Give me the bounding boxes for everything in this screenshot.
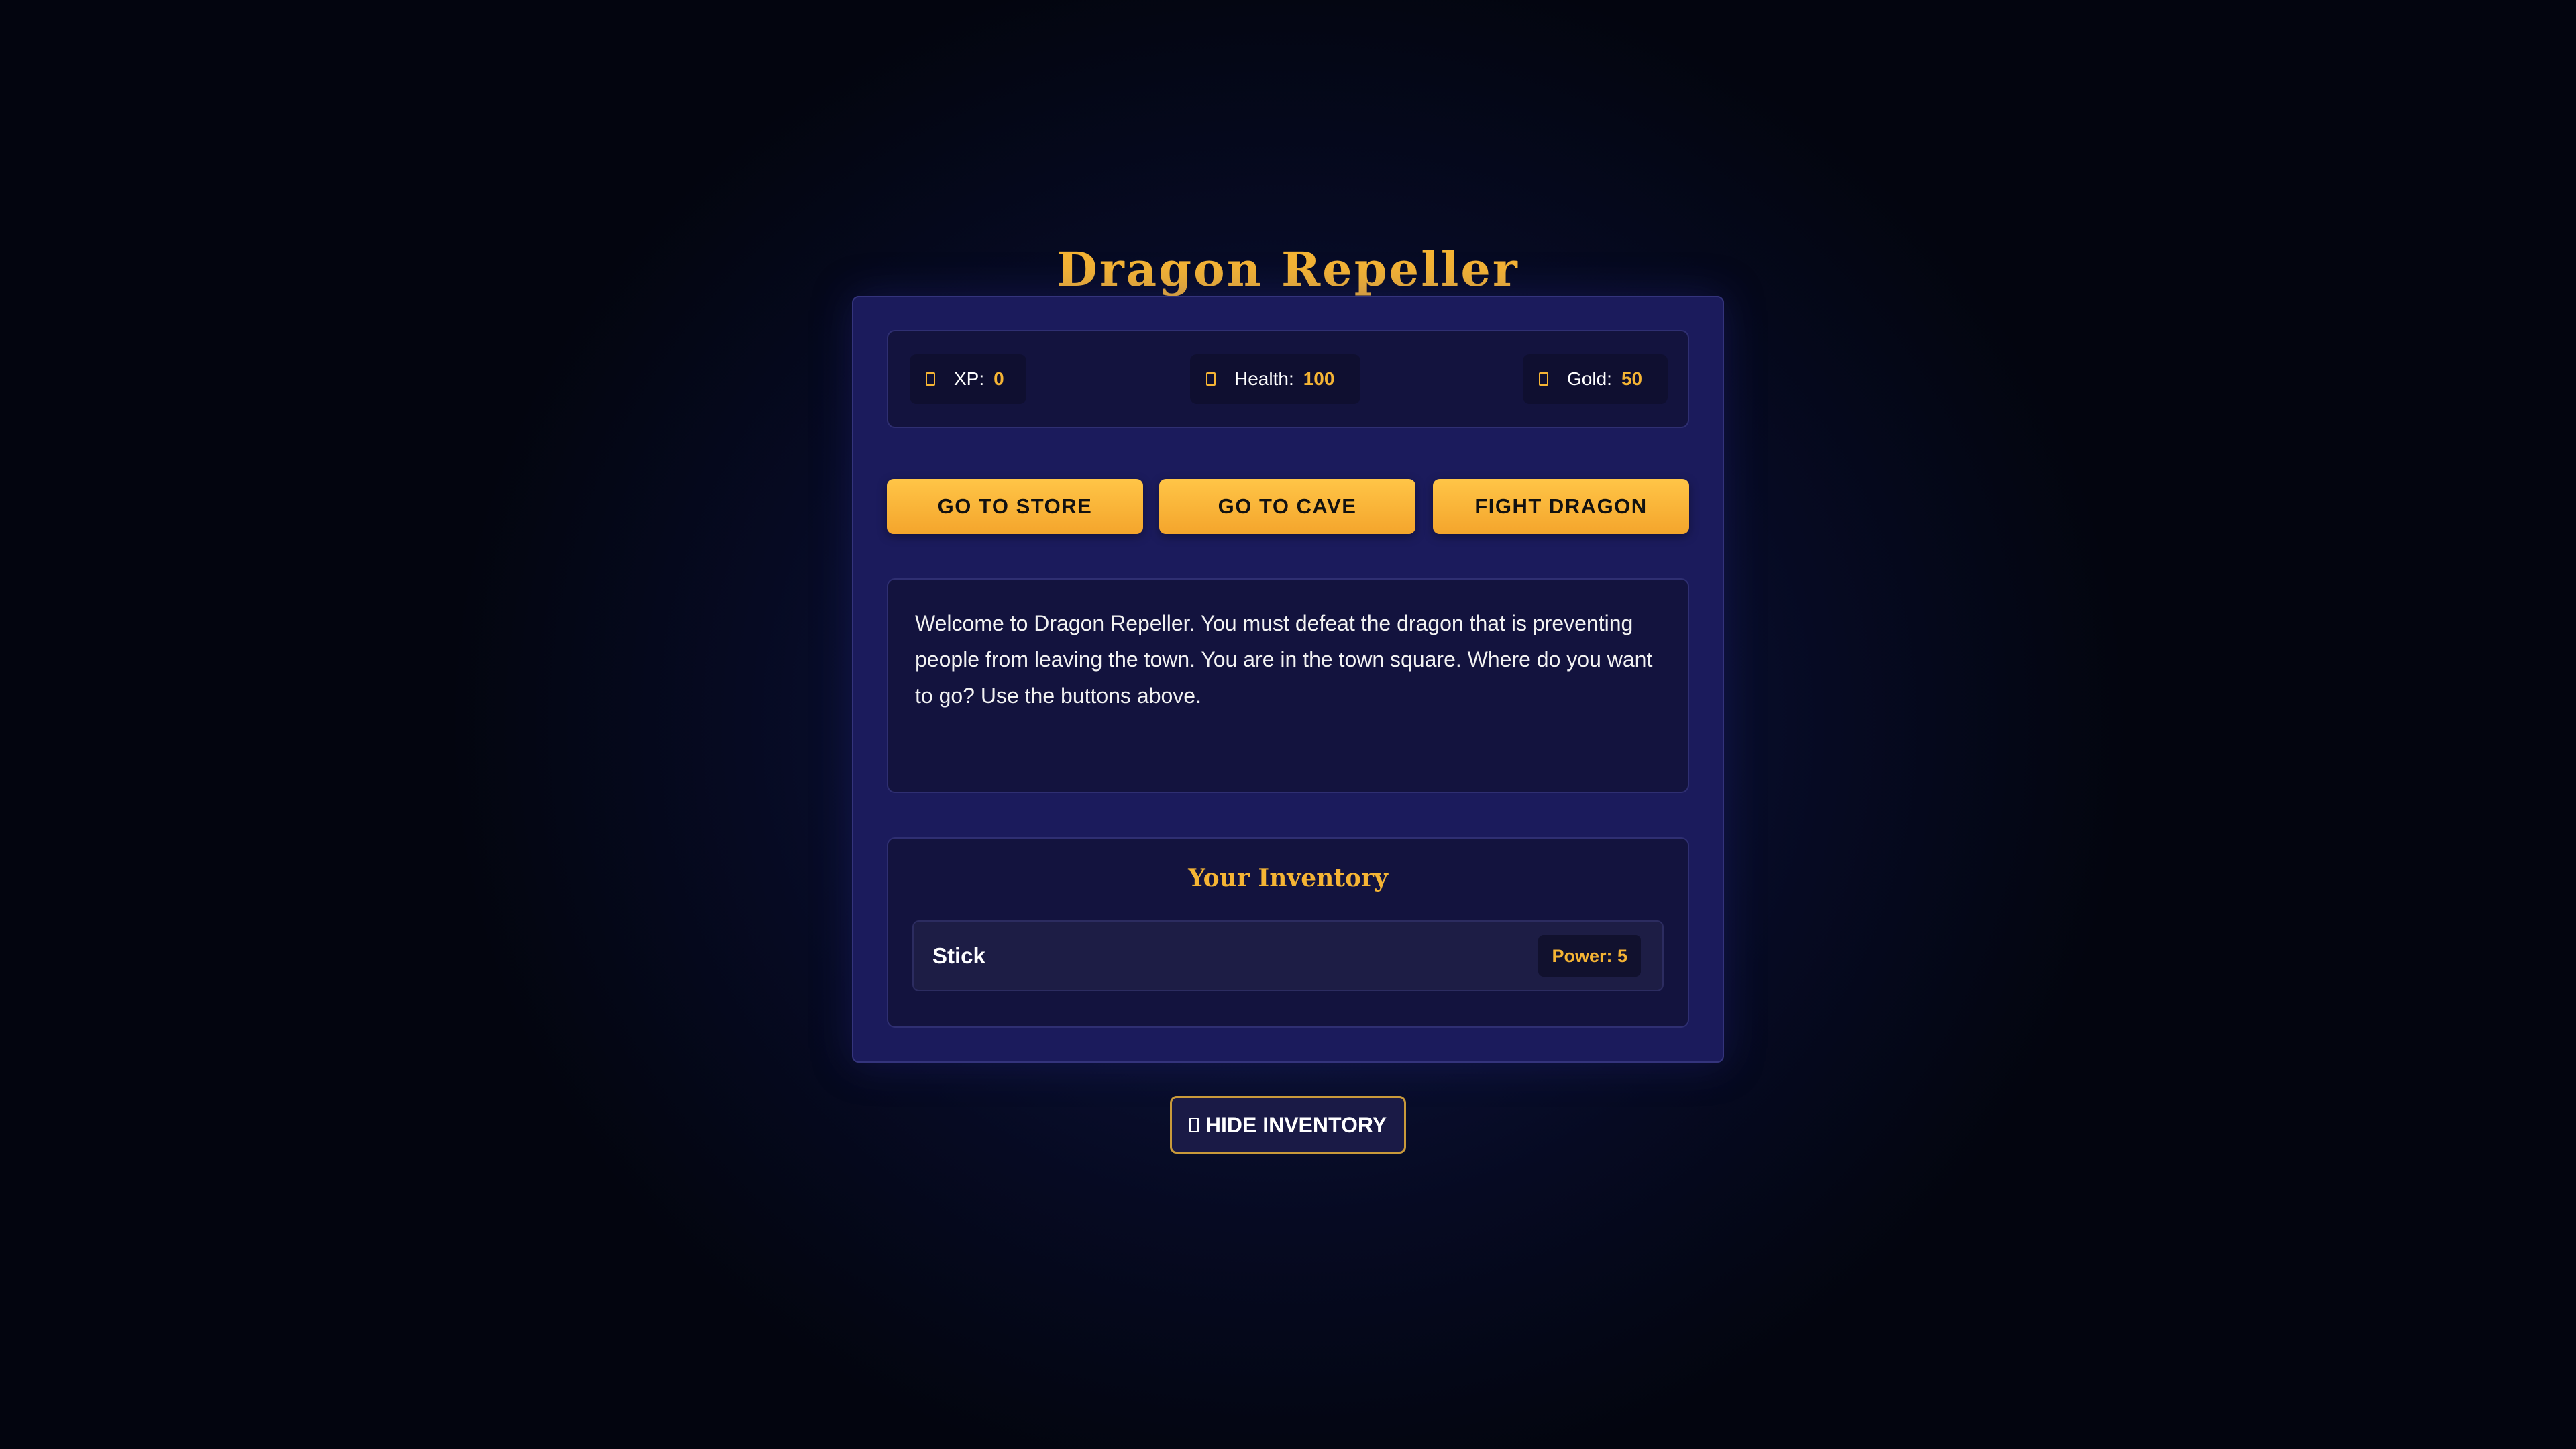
game-title: Dragon Repeller (1057, 241, 1519, 297)
hide-inventory-button[interactable]: HIDE INVENTORY (1170, 1096, 1406, 1154)
xp-icon (926, 372, 935, 386)
health-value: 100 (1303, 368, 1335, 389)
inventory-panel: Your Inventory Stick Power: 5 (887, 837, 1689, 1028)
go-to-cave-button[interactable]: GO TO CAVE (1159, 479, 1415, 534)
inventory-title: Your Inventory (1188, 864, 1388, 892)
gold-label: Gold: (1567, 368, 1612, 389)
inventory-item-name: Stick (932, 943, 985, 968)
health-stat: Health: 100 (1190, 354, 1360, 404)
inventory-item-power: Power: 5 (1538, 935, 1641, 977)
stats-bar: XP: 0 Health: 100 Gold: 50 (887, 330, 1689, 428)
message-text: Welcome to Dragon Repeller. You must def… (887, 578, 1689, 793)
gold-stat: Gold: 50 (1523, 354, 1668, 404)
xp-value: 0 (994, 368, 1004, 389)
inventory-icon (1189, 1118, 1199, 1132)
fight-dragon-button[interactable]: FIGHT DRAGON (1433, 479, 1689, 534)
gold-icon (1539, 372, 1548, 386)
xp-label: XP: (954, 368, 985, 389)
xp-stat: XP: 0 (910, 354, 1026, 404)
inventory-item: Stick Power: 5 (912, 920, 1664, 991)
health-icon (1206, 372, 1216, 386)
hide-inventory-label: HIDE INVENTORY (1205, 1112, 1387, 1137)
go-to-store-button[interactable]: GO TO STORE (887, 479, 1143, 534)
gold-value: 50 (1621, 368, 1643, 389)
health-label: Health: (1234, 368, 1294, 389)
